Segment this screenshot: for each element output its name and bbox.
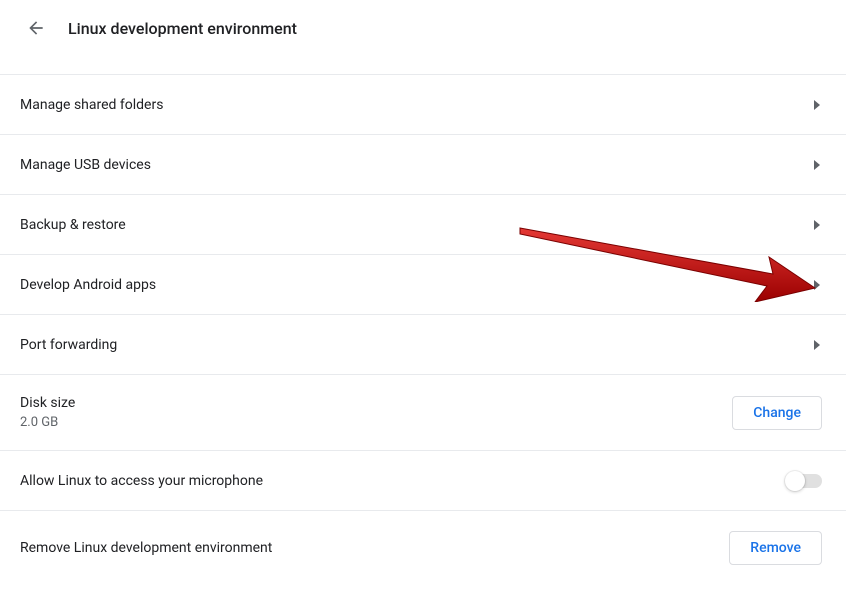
row-usb-devices[interactable]: Manage USB devices [0,134,846,194]
page-header: Linux development environment [0,0,846,74]
page-title: Linux development environment [68,19,297,38]
chevron-right-icon [812,280,822,290]
chevron-right-icon [812,100,822,110]
disk-size-info: Disk size 2.0 GB [20,395,75,430]
row-backup-restore[interactable]: Backup & restore [0,194,846,254]
row-label: Manage USB devices [20,157,151,173]
remove-button[interactable]: Remove [729,531,822,565]
row-develop-android-apps[interactable]: Develop Android apps [0,254,846,314]
change-button[interactable]: Change [732,396,822,430]
row-shared-folders[interactable]: Manage shared folders [0,74,846,134]
disk-size-label: Disk size [20,395,75,411]
chevron-right-icon [812,220,822,230]
remove-label: Remove Linux development environment [20,540,272,556]
row-microphone: Allow Linux to access your microphone [0,450,846,510]
settings-list: Manage shared folders Manage USB devices… [0,74,846,585]
chevron-right-icon [812,340,822,350]
row-label: Manage shared folders [20,97,163,113]
microphone-label: Allow Linux to access your microphone [20,473,263,489]
toggle-knob [785,471,805,491]
row-label: Develop Android apps [20,277,156,293]
arrow-back-icon [26,18,46,38]
row-port-forwarding[interactable]: Port forwarding [0,314,846,374]
row-disk-size: Disk size 2.0 GB Change [0,374,846,450]
row-remove-environment: Remove Linux development environment Rem… [0,510,846,585]
row-label: Port forwarding [20,337,117,353]
row-label: Backup & restore [20,217,126,233]
back-button[interactable] [20,12,52,44]
microphone-toggle[interactable] [788,474,822,488]
disk-size-value: 2.0 GB [20,415,75,430]
chevron-right-icon [812,160,822,170]
